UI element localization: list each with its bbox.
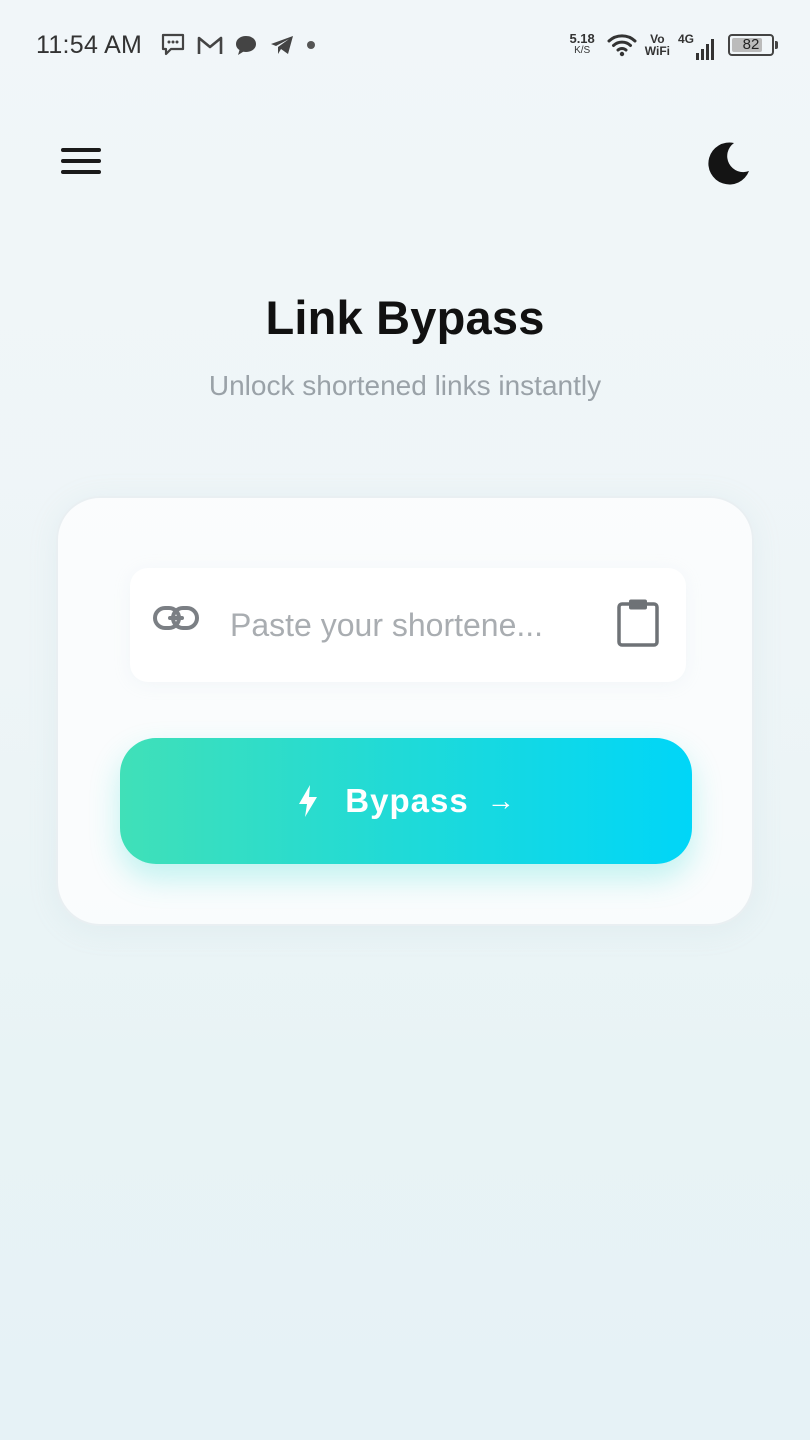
battery-level: 82: [742, 36, 760, 53]
wifi-icon: [607, 34, 637, 57]
chat-bubble-icon: [161, 33, 185, 56]
link-icon: [153, 606, 199, 630]
network-speed-value: 5.18: [569, 31, 595, 46]
lightning-icon: [299, 785, 318, 817]
clipboard-icon[interactable]: [616, 598, 660, 648]
wifi-label: WiFi: [644, 44, 670, 58]
vowifi-indicator: Vo WiFi: [645, 33, 670, 57]
page-title: Link Bypass: [265, 291, 545, 344]
gmail-icon: [197, 36, 223, 54]
menu-line: [61, 159, 101, 163]
menu-line: [61, 148, 101, 152]
message-icon: [236, 36, 256, 55]
cellular-signal: 4G: [678, 30, 716, 60]
signal-bars-icon: [696, 39, 714, 60]
status-time: 11:54 AM: [36, 31, 143, 59]
moon-icon[interactable]: [704, 138, 754, 188]
bypass-card: Bypass →: [56, 496, 754, 926]
dot-icon: [307, 41, 315, 49]
bypass-button[interactable]: Bypass →: [120, 738, 692, 864]
url-field[interactable]: [130, 568, 686, 682]
notification-icons: [160, 30, 316, 60]
menu-line: [61, 170, 101, 174]
telegram-icon: [271, 36, 293, 54]
url-input[interactable]: [230, 598, 580, 652]
network-speed: 5.18 K/S: [569, 31, 595, 57]
system-icons: 5.18 K/S Vo WiFi 4G 82: [569, 26, 778, 64]
hamburger-menu-icon[interactable]: [58, 142, 104, 180]
network-type: 4G: [678, 32, 695, 46]
status-bar: 11:54 AM 5.18 K/S Vo WiFi 4G 82: [0, 0, 810, 90]
page-subtitle: Unlock shortened links instantly: [208, 370, 602, 401]
battery-icon: 82: [728, 34, 778, 56]
arrow-right-icon: →: [486, 785, 515, 816]
bypass-button-label: Bypass: [345, 782, 469, 819]
network-speed-unit: K/S: [574, 45, 591, 56]
